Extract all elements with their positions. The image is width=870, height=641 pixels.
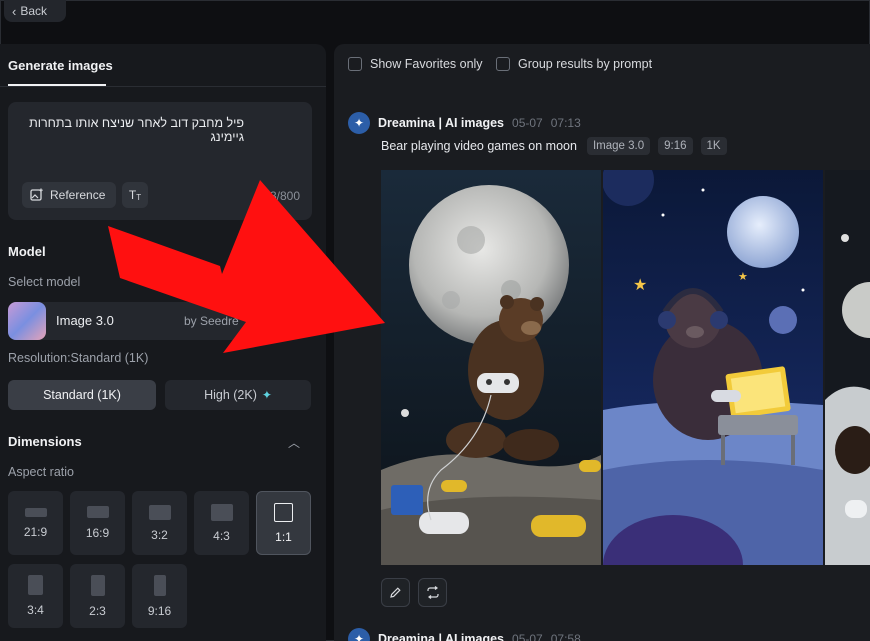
results-panel: Show Favorites only Group results by pro… [334,44,870,641]
sparkle-icon: ✦ [261,388,272,402]
dreamina-logo-icon: ✦ [348,112,370,134]
ratio-3-2[interactable]: 3:2 [132,491,187,555]
bear-partial-image [825,170,870,565]
pencil-icon [390,587,401,598]
ratio-shape-icon [148,504,171,520]
tab-divider [0,86,326,87]
favorites-filter[interactable]: Show Favorites only [348,57,483,71]
select-model-label: Select model [8,275,81,289]
ratio-shape-icon [210,503,233,521]
generation-date: 05-07 [512,116,543,130]
group-filter[interactable]: Group results by prompt [496,57,652,71]
ratio-label: 1:1 [275,529,292,544]
ratio-3-4[interactable]: 3:4 [8,564,63,628]
back-button[interactable]: ‹ Back [4,0,66,22]
ratio-label: 4:3 [213,528,230,543]
ratio-1-1[interactable]: 1:1 [256,491,311,555]
favorites-label: Show Favorites only [370,57,483,71]
image-plus-icon [30,188,43,201]
edit-button[interactable] [381,578,410,607]
svg-text:★: ★ [633,275,647,294]
repeat-icon [426,586,439,599]
generated-image-3[interactable] [825,170,870,565]
generation-meta: Bear playing video games on moon Image 3… [381,137,727,155]
aspect-ratio-label: Aspect ratio [8,465,75,479]
dreamina-logo-icon: ✦ [348,628,370,641]
resolution-standard-button[interactable]: Standard (1K) [8,380,156,410]
reference-label: Reference [50,188,106,202]
ratio-label: 3:2 [151,527,168,542]
ratio-4-3[interactable]: 4:3 [194,491,249,555]
red-arrow-annotation [108,180,385,353]
ratio-shape-icon [24,507,47,517]
generation-header: ✦ Dreamina | AI images 05-07 07:13 [348,112,581,134]
model-tag: Image 3.0 [586,137,651,155]
ratio-shape-icon [86,506,109,518]
group-checkbox[interactable] [496,57,510,71]
next-generation-source: Dreamina | AI images [378,632,505,641]
svg-text:★: ★ [738,270,748,283]
generated-image-1[interactable] [381,170,601,565]
generation-prompt[interactable]: Bear playing video games on moon [381,139,577,153]
ratio-shape-icon [274,502,293,522]
ratio-tag: 9:16 [658,137,693,155]
ratio-9-16[interactable]: 9:16 [132,564,187,628]
next-generation-date: 05-07 [512,632,543,641]
generation-source: Dreamina | AI images [378,116,505,130]
generation-time: 07:13 [550,116,581,130]
ratio-label: 9:16 [147,603,172,618]
resolution-high-button[interactable]: High (2K) ✦ [165,380,311,410]
resolution-standard-label: Standard (1K) [43,388,121,402]
ratio-shape-icon [90,574,105,596]
model-section-title: Model [8,244,46,259]
ratio-2-3[interactable]: 2:3 [70,564,125,628]
ratio-label: 21:9 [23,524,48,539]
next-generation-time: 07:58 [550,632,581,641]
chevron-up-icon[interactable]: ︿ [288,434,300,451]
ratio-16-9[interactable]: 16:9 [70,491,125,555]
bear-headphones-image: ★ ★ [603,170,823,565]
ratio-label: 3:4 [27,603,44,617]
resolution-high-label: High (2K) [204,388,257,402]
prompt-text[interactable]: פיל מחבק דוב לאחר שניצח אותו בתחרות גיימ… [8,116,244,144]
resolution-tag: 1K [700,137,727,155]
dimensions-section-title: Dimensions [8,434,82,449]
ratio-21-9[interactable]: 21:9 [8,491,63,555]
ratio-shape-icon [153,574,166,596]
generated-image-2[interactable]: ★ ★ [603,170,823,565]
chevron-left-icon: ‹ [12,3,17,19]
ratio-shape-icon [28,575,43,595]
ratio-label: 16:9 [85,526,110,540]
tab-generate-images[interactable]: Generate images [8,58,113,73]
ratio-label: 2:3 [89,603,106,618]
group-label: Group results by prompt [518,57,653,71]
bear-moon-image [381,170,601,565]
favorites-checkbox[interactable] [348,57,362,71]
next-generation-header: ✦ Dreamina | AI images 05-07 07:58 [348,628,581,641]
model-thumbnail [8,302,46,340]
back-label: Back [20,4,48,18]
regenerate-button[interactable] [418,578,447,607]
